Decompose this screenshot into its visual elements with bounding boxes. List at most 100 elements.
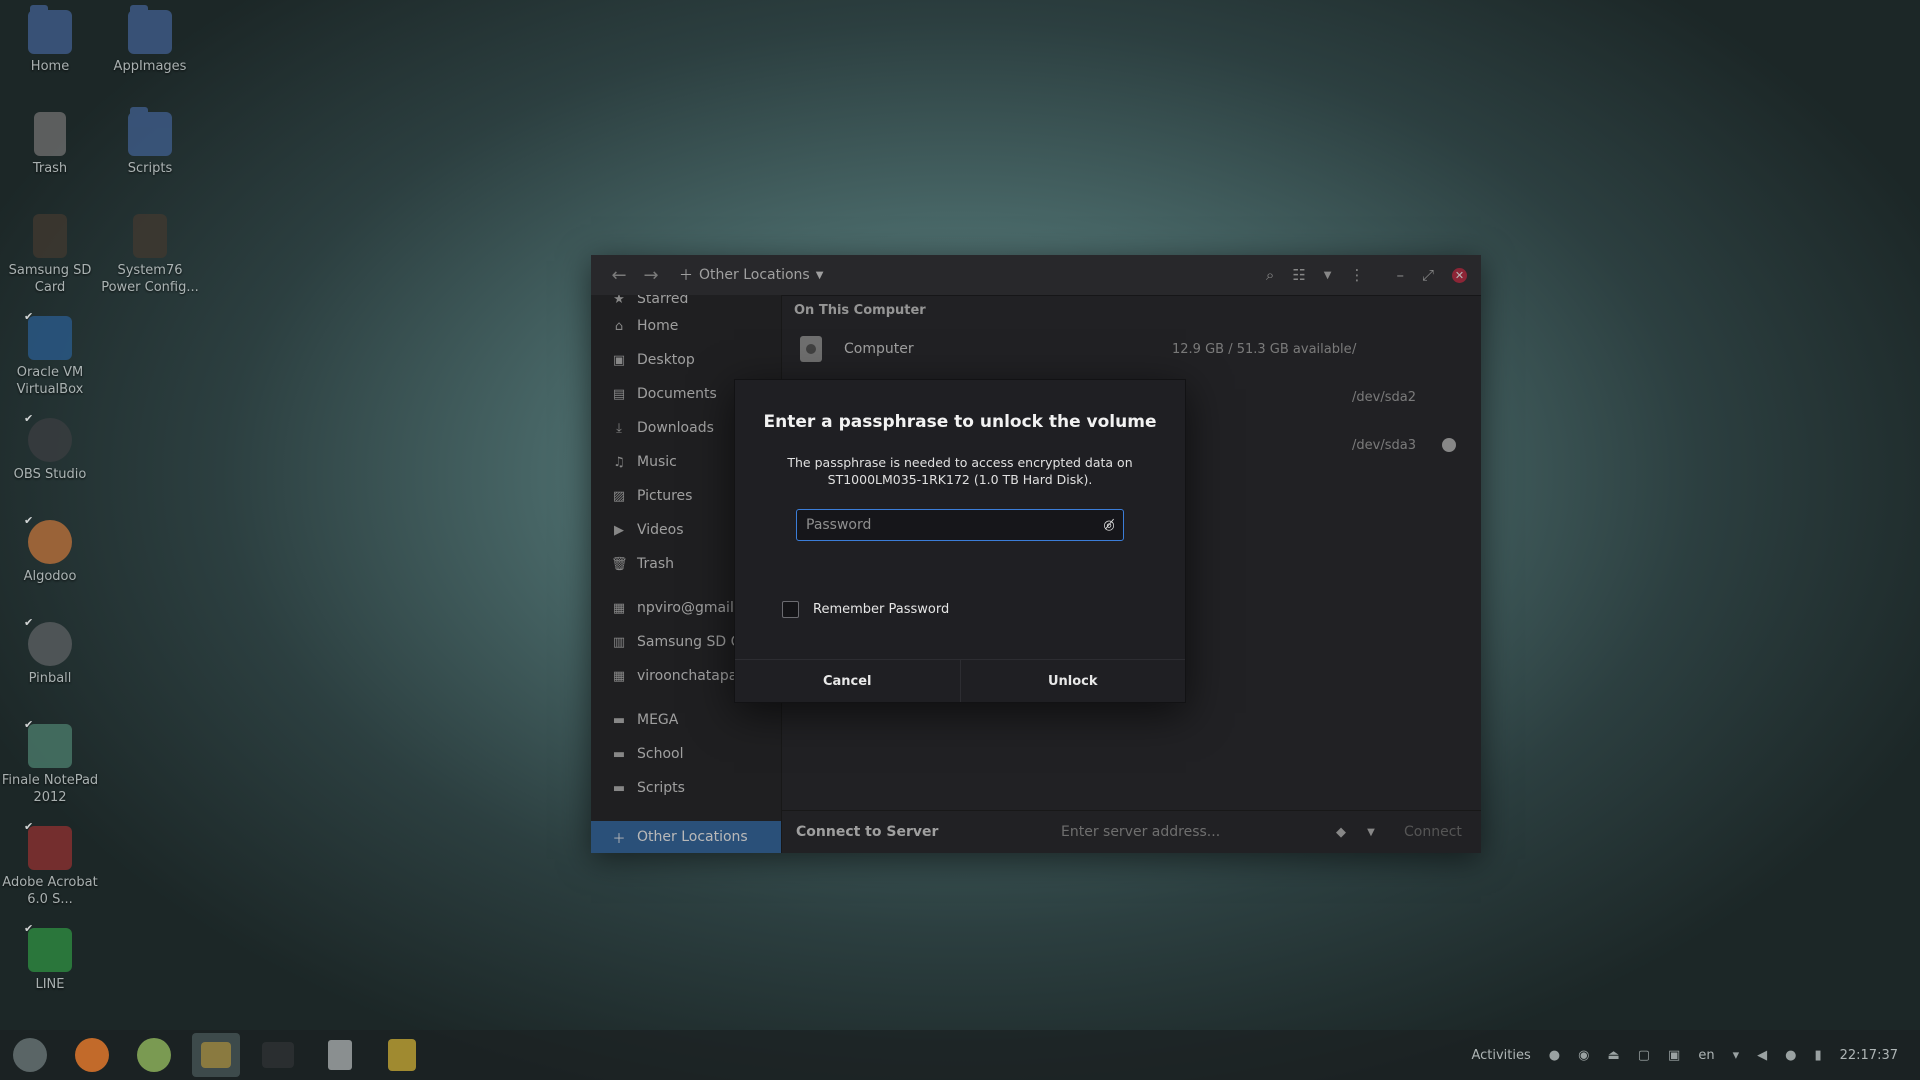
desktop-shortcut-finale[interactable]: ✔ Finale NotePad 2012 — [0, 718, 100, 806]
sidebar-item-label: Pictures — [637, 488, 693, 504]
taskbar-app-speaker[interactable] — [378, 1033, 426, 1077]
desktop-shortcut-trash[interactable]: Trash — [0, 112, 100, 177]
desktop-shortcut-acrobat[interactable]: ✔ Adobe Acrobat 6.0 S... — [0, 820, 100, 908]
remember-password-checkbox[interactable] — [782, 601, 799, 618]
pinball-icon: ✔ — [24, 616, 72, 666]
desktop-shortcut-label: AppImages — [113, 59, 187, 74]
sidebar-item-mega[interactable]: ▬ MEGA — [591, 703, 781, 737]
desktop-shortcut-virtualbox[interactable]: ✔ Oracle VM VirtualBox — [0, 310, 100, 398]
desktop-shortcut-samsung-sd-card[interactable]: Samsung SD Card — [0, 214, 100, 296]
menu-kebab-icon[interactable]: ⋮ — [1349, 266, 1364, 284]
location-button[interactable]: ＋ Other Locations ▼ — [679, 265, 823, 285]
eject-icon[interactable]: ⏏ — [1607, 1048, 1619, 1063]
desktop-shortcut-line[interactable]: ✔ LINE — [0, 922, 100, 993]
desktop-shortcut-label: Algodoo — [23, 569, 77, 584]
files-icon — [201, 1042, 231, 1068]
microphone-icon[interactable]: ● — [1785, 1048, 1796, 1063]
desktop-shortcut-label: Trash — [32, 161, 68, 176]
close-icon[interactable]: ✕ — [1452, 267, 1467, 283]
volume-path: / — [1352, 341, 1357, 357]
list-view-icon[interactable]: ☷ — [1292, 266, 1305, 284]
sidebar-item-other-locations[interactable]: ＋ Other Locations — [591, 821, 781, 853]
desktop-shortcut-algodoo[interactable]: ✔ Algodoo — [0, 514, 100, 585]
keyboard-language[interactable]: en — [1698, 1048, 1714, 1063]
activities-button[interactable]: Activities — [1471, 1048, 1530, 1063]
drive-icon: ▥ — [612, 634, 626, 650]
folder-link-icon — [128, 107, 172, 156]
sidebar-item-home[interactable]: ⌂ Home — [591, 309, 781, 343]
folder-link-icon — [128, 5, 172, 54]
unmount-icon[interactable] — [1442, 438, 1456, 452]
search-icon[interactable]: ⌕ — [1266, 266, 1274, 284]
volume-row[interactable]: Computer 12.9 GB / 51.3 GB available / — [782, 329, 1481, 369]
workspace-icon[interactable]: ▢ — [1638, 1048, 1650, 1063]
sidebar-item-label: Videos — [637, 522, 684, 538]
hide-password-icon[interactable]: ◎̸ — [1095, 518, 1123, 533]
cancel-button[interactable]: Cancel — [735, 660, 960, 702]
unlock-button[interactable]: Unlock — [959, 660, 1186, 702]
volume-name: Computer — [844, 341, 914, 357]
chrome-icon — [137, 1038, 171, 1072]
sidebar-item-label: Trash — [637, 556, 674, 572]
remember-password-label: Remember Password — [813, 602, 950, 617]
maximize-icon[interactable]: ⤢ — [1422, 266, 1434, 284]
remember-password-row[interactable]: Remember Password — [782, 601, 949, 618]
check-icon: ✔ — [24, 820, 34, 833]
forward-arrow-icon[interactable]: → — [635, 265, 667, 286]
network-drive-icon: ▦ — [612, 668, 626, 684]
dialog-message: The passphrase is needed to access encry… — [787, 455, 1133, 487]
sidebar-item-label: Scripts — [637, 780, 685, 796]
sidebar-item-label: Home — [637, 318, 679, 334]
trash-icon: 🗑 — [611, 556, 628, 572]
desktop-shortcut-label: Pinball — [28, 671, 72, 686]
desktop-shortcut-label: Oracle VM VirtualBox — [16, 365, 84, 397]
input-method-icon[interactable]: ▣ — [1668, 1048, 1680, 1063]
desktop-shortcut-system76[interactable]: System76 Power Config... — [100, 214, 200, 296]
folder-icon: ▬ — [612, 746, 626, 762]
desktop-shortcut-label: LINE — [35, 977, 65, 992]
password-input[interactable] — [797, 516, 1095, 534]
chevron-down-icon[interactable]: ▼ — [1356, 827, 1386, 838]
wifi-icon[interactable]: ▾ — [1733, 1048, 1740, 1063]
server-address-input[interactable]: Enter server address... — [1061, 818, 1326, 846]
taskbar-app-files[interactable] — [192, 1033, 240, 1077]
desktop-shortcut-pinball[interactable]: ✔ Pinball — [0, 616, 100, 687]
sidebar-item-label: Downloads — [637, 420, 714, 436]
taskbar-app-terminal[interactable] — [254, 1033, 302, 1077]
location-label: Other Locations — [699, 267, 810, 283]
dialog-actions: Cancel Unlock — [735, 659, 1185, 702]
section-title: On This Computer — [794, 303, 926, 318]
desktop-shortcut-appimages[interactable]: AppImages — [100, 5, 200, 75]
discord-icon[interactable]: ◉ — [1578, 1048, 1589, 1063]
desktop-shortcut-obs[interactable]: ✔ OBS Studio — [0, 412, 100, 483]
desktop-shortcut-label: Samsung SD Card — [8, 263, 92, 295]
sidebar-item-school[interactable]: ▬ School — [591, 737, 781, 771]
back-arrow-icon[interactable]: ← — [603, 265, 635, 286]
connect-to-server-label: Connect to Server — [796, 824, 939, 840]
taskbar-app-pop-os[interactable] — [6, 1033, 54, 1077]
volume-icon[interactable]: ◀ — [1757, 1048, 1767, 1063]
folder-icon: ▬ — [612, 780, 626, 796]
desktop-shortcut-home[interactable]: Home — [0, 5, 100, 75]
chat-icon[interactable]: ● — [1549, 1048, 1560, 1063]
sidebar-item-label: Documents — [637, 386, 717, 402]
connect-button[interactable]: Connect — [1404, 824, 1462, 840]
sidebar-item-label: Starred — [637, 295, 689, 307]
clock[interactable]: 22:17:37 — [1840, 1048, 1898, 1063]
server-type-icon[interactable]: ◆ — [1326, 825, 1356, 840]
sidebar-item-starred[interactable]: ★ Starred — [591, 295, 781, 309]
desktop-shortcut-scripts[interactable]: Scripts — [100, 107, 200, 177]
battery-icon[interactable]: ▮ — [1814, 1048, 1821, 1063]
chevron-down-icon[interactable]: ▼ — [1324, 270, 1332, 281]
password-field[interactable]: ◎̸ — [796, 509, 1124, 541]
sidebar-item-desktop[interactable]: ▣ Desktop — [591, 343, 781, 377]
obs-icon: ✔ — [24, 412, 72, 462]
sidebar-item-scripts[interactable]: ▬ Scripts — [591, 771, 781, 805]
check-icon: ✔ — [24, 922, 34, 935]
minimize-icon[interactable]: – — [1396, 266, 1404, 284]
line-icon: ✔ — [24, 922, 72, 972]
desktop-shortcut-label: Home — [30, 59, 70, 74]
taskbar-app-firefox[interactable] — [68, 1033, 116, 1077]
taskbar-app-clipboard[interactable] — [316, 1033, 364, 1077]
taskbar-app-chrome[interactable] — [130, 1033, 178, 1077]
